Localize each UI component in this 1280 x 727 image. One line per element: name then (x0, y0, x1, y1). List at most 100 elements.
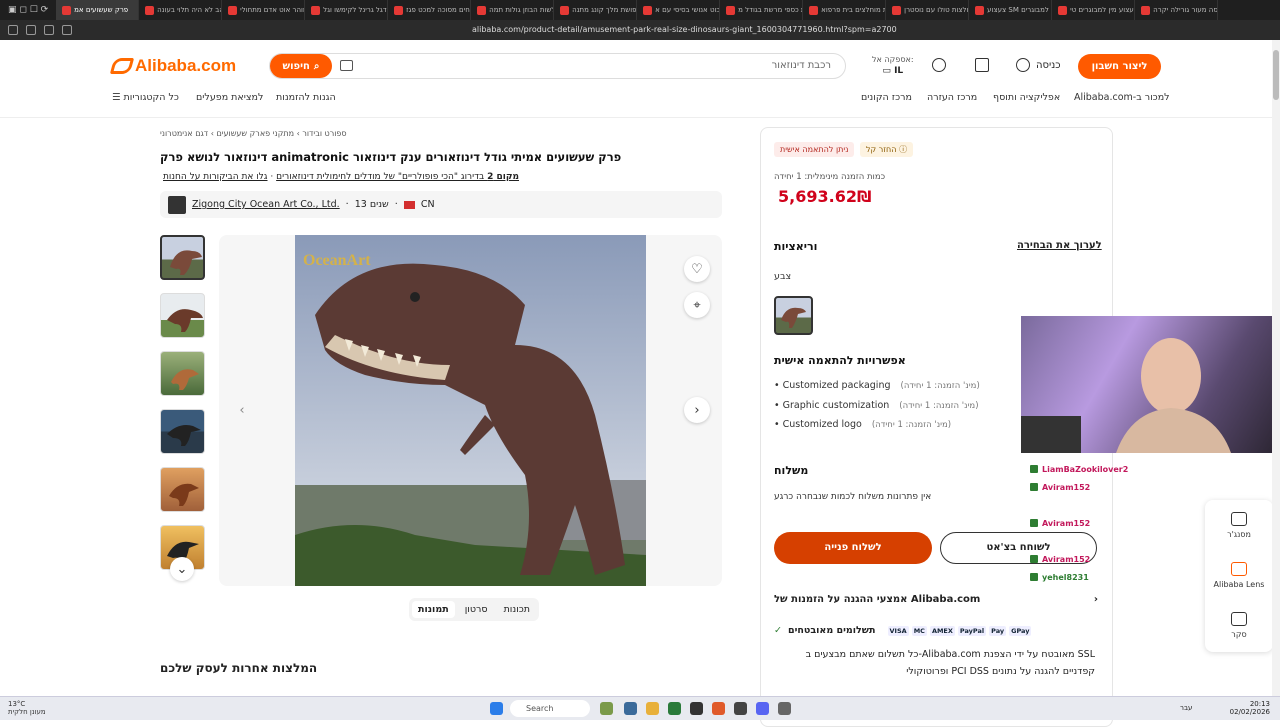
store-reviews-link[interactable]: גלו את הביקורות על החנות (163, 172, 268, 182)
thumbnail[interactable] (160, 409, 205, 454)
forward-icon[interactable] (26, 25, 36, 35)
nav-help-center[interactable]: מרכז העזרה (927, 92, 977, 103)
tab-attributes[interactable]: תכונות (498, 601, 537, 618)
tab-active[interactable]: פרק שעשועים אמ (56, 0, 140, 20)
chat-message: Aviram152 (1030, 514, 1220, 532)
tab[interactable]: מנוחים מסוכה למכט פגז (388, 0, 472, 20)
survey-icon (1231, 611, 1247, 626)
cart-icon[interactable] (975, 58, 989, 72)
edit-selection-link[interactable]: לערוך את הבחירה (1017, 240, 1102, 251)
favorite-button[interactable]: ♡ (684, 256, 710, 282)
next-image-button[interactable]: › (684, 397, 710, 423)
easy-return-badge[interactable]: החזר קל ⓘ (860, 142, 914, 157)
windows-start-icon[interactable] (490, 702, 503, 715)
favicon-icon (228, 5, 238, 15)
tab[interactable]: סוסה מעור גורילה יקרה (1135, 0, 1219, 20)
badge-icon (1030, 519, 1038, 527)
rank-link[interactable]: מקום 2 בדירוג "הכי פופולריים" של מודלים … (276, 172, 519, 182)
browser-controls[interactable]: ▣ ◻ ☐ ⟳ (0, 0, 56, 20)
nav-order-protection[interactable]: הגנות להזמנות (276, 92, 336, 103)
tab[interactable]: בית כספי מרשת בגודל מ (720, 0, 804, 20)
url-field[interactable]: alibaba.com/product-detail/amusement-par… (472, 20, 897, 40)
thumbnail-list (160, 235, 206, 583)
folder-icon[interactable] (646, 702, 659, 715)
dinosaur-thumb-icon (167, 309, 203, 332)
chevron-down-icon: ⌄ (176, 561, 188, 577)
signup-button[interactable]: ליצור חשבון (1078, 54, 1161, 79)
thumbnail[interactable] (160, 351, 205, 396)
home-icon[interactable] (62, 25, 72, 35)
taskbar: 13°C מעונן חלקית Search 20:13 02/02/2026 ע… (0, 696, 1280, 720)
tab[interactable]: צעצוע SM למבוגרים (969, 0, 1053, 20)
steam-icon[interactable] (734, 702, 747, 715)
taskbar-app-icon[interactable] (668, 702, 681, 715)
tab[interactable]: צעצוע מין למבוגרים טי (1052, 0, 1136, 20)
prev-image-button[interactable]: ‹ (229, 397, 255, 423)
alibaba-logo[interactable]: Alibaba.com (109, 56, 236, 76)
taskbar-app-icon[interactable] (600, 702, 613, 715)
dinosaur-thumb-icon (170, 250, 202, 275)
taskbar-app-icon[interactable] (778, 702, 791, 715)
tab[interactable]: דגל זוהר אוט אדם מתחולי (222, 0, 306, 20)
camera-search-icon[interactable] (340, 60, 353, 71)
tab-video[interactable]: סרטון (459, 601, 494, 618)
search-input[interactable]: רכבת דינוזאור (772, 60, 831, 71)
tab[interactable]: רובוט אנושי בסיסי עם א (637, 0, 721, 20)
seller-bar: Zigong City Ocean Art Co., Ltd. · שנים 1… (160, 191, 722, 218)
tab[interactable]: דגל גרינל לקימשו וגל (305, 0, 389, 20)
logo-mark-icon (109, 58, 135, 74)
thumbnail[interactable] (160, 235, 205, 280)
favicon-icon (560, 5, 570, 15)
chevron-right-icon: › (694, 402, 700, 418)
nav-buyer-central[interactable]: מרכז הקונים (861, 92, 912, 103)
seller-name-link[interactable]: Zigong City Ocean Art Co., Ltd. (192, 199, 340, 210)
system-clock[interactable]: 20:13 02/02/2026 (1230, 700, 1270, 716)
nav-all-categories[interactable]: ☰ כל הקטגוריות (112, 92, 179, 103)
tab-photos[interactable]: תמונות (412, 601, 455, 618)
heart-icon: ♡ (691, 261, 703, 277)
taskbar-search[interactable]: Search (510, 700, 590, 717)
israel-flag-icon: ▭ (882, 66, 895, 76)
chat-message: LiamBaZookilover2 (1030, 460, 1220, 478)
search-button[interactable]: חיפוש ⌕ (270, 54, 332, 78)
tab[interactable]: תחפושת מלך קונג מתנה (554, 0, 638, 20)
weather-widget[interactable]: 13°C מעונן חלקית (8, 700, 46, 716)
dinosaur-thumb-icon (167, 425, 201, 446)
favicon-icon (726, 5, 736, 15)
lens-icon (1231, 561, 1247, 576)
ship-to[interactable]: אספקה אל: ▭ IL (872, 54, 914, 77)
seller-years: שנים 13 (354, 199, 389, 210)
send-inquiry-button[interactable]: לשלוח פנייה (774, 532, 932, 564)
tab[interactable]: מטלשות הבוזן גולות תמה (471, 0, 555, 20)
login-link[interactable]: כניסה (1016, 58, 1061, 72)
discord-icon[interactable] (756, 702, 769, 715)
browser-icon[interactable] (712, 702, 725, 715)
custom-option: • Customized logo (מינ' הזמנה: 1 יחידה) (774, 419, 952, 430)
favicon-icon (62, 5, 72, 15)
tab[interactable]: בית מוחלצים בית פרפוא (803, 0, 887, 20)
taskbar-app-icon[interactable] (624, 702, 637, 715)
tab[interactable]: חולצות טולו עם נוסטרן (886, 0, 970, 20)
taskbar-app-icon[interactable] (690, 702, 703, 715)
nav-find-factories[interactable]: למציאת מפעלים (196, 92, 263, 103)
badge-icon (1030, 573, 1038, 581)
nav-sell-on-alibaba[interactable]: Alibaba.com-למכור ב (1074, 92, 1170, 103)
back-icon[interactable] (8, 25, 18, 35)
tab[interactable]: הזהב לא היה תלוי בעונה (139, 0, 223, 20)
breadcrumb[interactable]: ספורט ובידור › מתקני פארק שעשועים › דגם … (160, 129, 347, 138)
nav-app-extension[interactable]: אפליקציה ותוסף (993, 92, 1060, 103)
thumbnail[interactable] (160, 467, 205, 512)
survey-button[interactable]: סקר (1205, 600, 1273, 650)
image-gallery: OceanArt ♡ ⌖ ‹ › (219, 235, 722, 586)
thumbnail[interactable] (160, 293, 205, 338)
color-swatch[interactable] (774, 296, 813, 335)
image-search-button[interactable]: ⌖ (684, 292, 710, 318)
language-indicator[interactable]: עבר (1180, 704, 1192, 712)
main-product-image[interactable]: OceanArt (295, 235, 646, 586)
globe-icon[interactable] (932, 58, 946, 72)
scrollbar-thumb[interactable] (1273, 50, 1279, 100)
thumbnails-down-button[interactable]: ⌄ (170, 557, 194, 581)
order-protection-row[interactable]: אמצעי ההגנה על הזמנות של Alibaba.com › (774, 594, 1098, 605)
reload-icon[interactable] (44, 25, 54, 35)
page-scrollbar[interactable] (1272, 40, 1280, 696)
